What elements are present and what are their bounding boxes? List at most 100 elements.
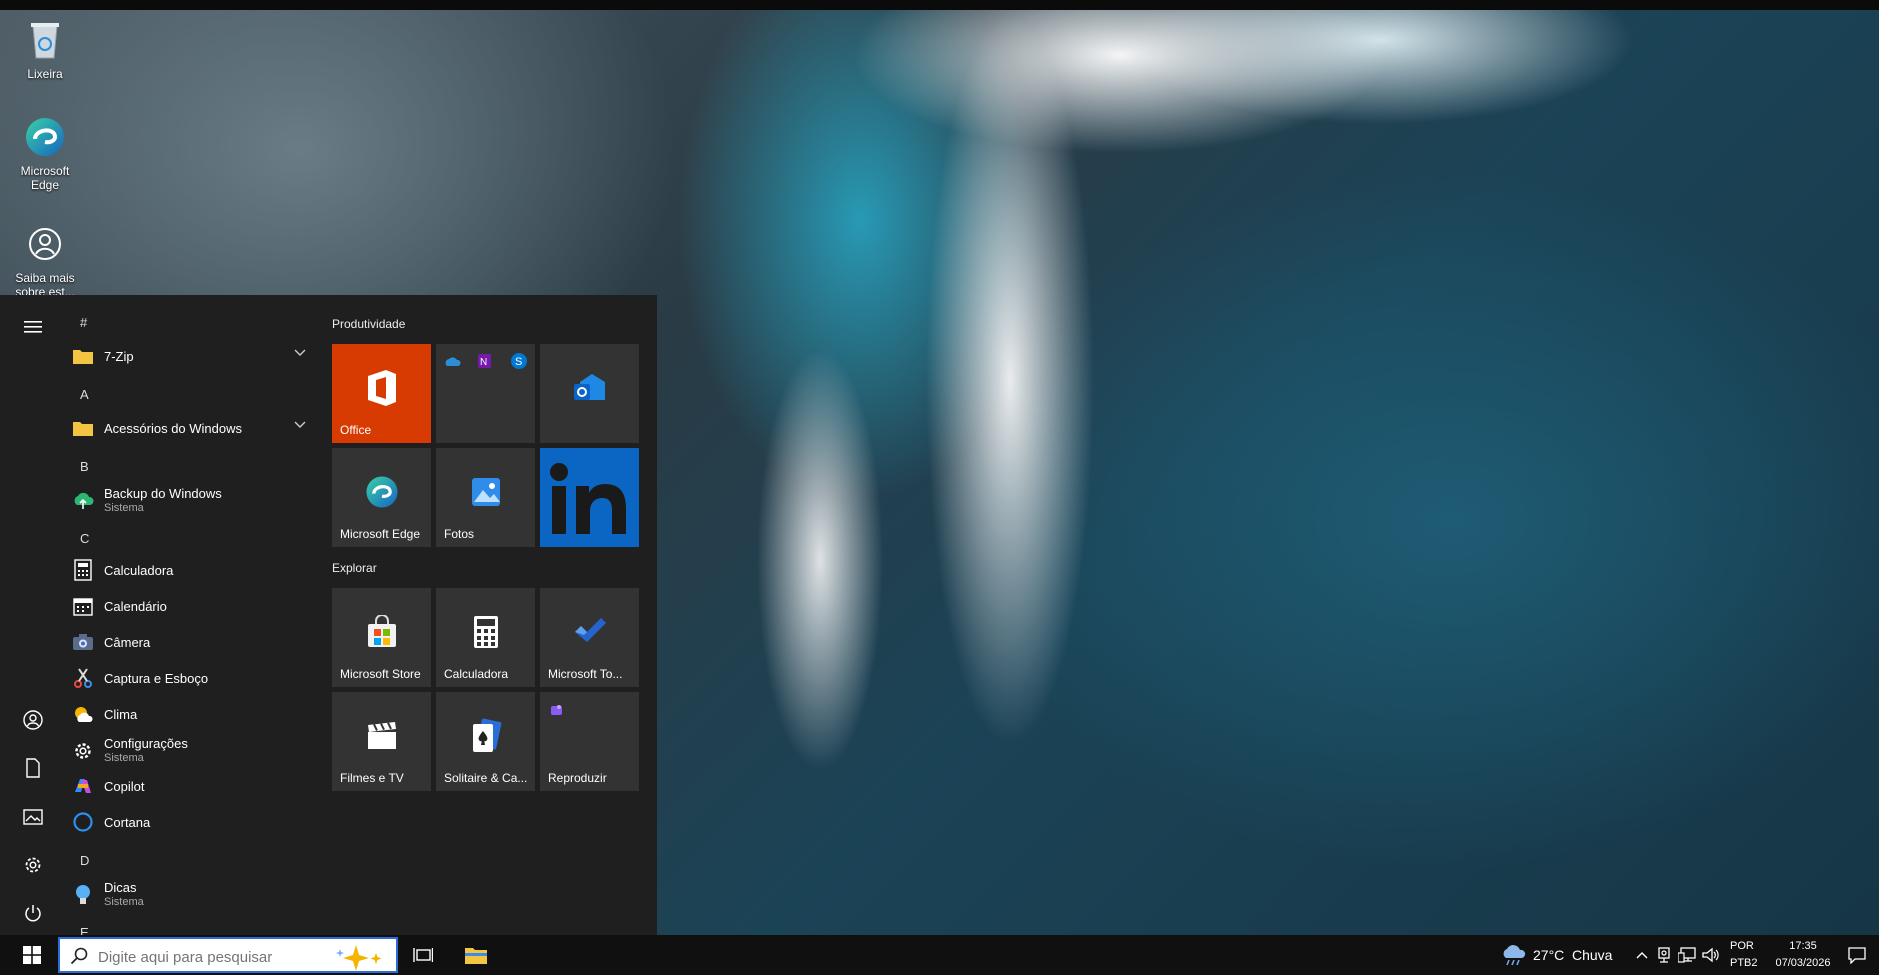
app-name: Dicas xyxy=(104,880,137,895)
weather-temperature[interactable]: 27°C xyxy=(1533,947,1564,963)
documents-button[interactable] xyxy=(18,753,48,783)
weather-condition[interactable]: Chuva xyxy=(1572,947,1612,963)
app-item-camera[interactable]: Câmera xyxy=(66,625,320,659)
top-edge-bar xyxy=(0,0,1879,10)
app-subtitle: Sistema xyxy=(104,896,144,908)
recycle-bin-icon xyxy=(31,23,59,59)
tile-label: Microsoft To... xyxy=(548,667,623,681)
lightbulb-icon xyxy=(72,884,94,906)
copilot-icon xyxy=(72,775,94,797)
start-button[interactable] xyxy=(8,935,56,975)
app-item-clima[interactable]: Clima xyxy=(66,697,320,731)
photos-icon xyxy=(471,477,500,506)
show-hidden-icons-button[interactable] xyxy=(1634,935,1650,975)
section-header[interactable]: # xyxy=(80,315,87,330)
person-circle-icon xyxy=(29,228,61,260)
tile-filmes-tv[interactable]: Filmes e TV xyxy=(332,692,431,791)
app-item-calendario[interactable]: Calendário xyxy=(66,589,320,623)
app-item-cortana[interactable]: Cortana xyxy=(66,805,320,839)
meet-now-button[interactable] xyxy=(1655,935,1673,975)
app-item-copilot[interactable]: Copilot xyxy=(66,769,320,803)
calendar-icon xyxy=(72,595,94,617)
app-name: Copilot xyxy=(104,779,145,794)
tile-label: Reproduzir xyxy=(548,771,607,785)
tile-group-title[interactable]: Explorar xyxy=(332,561,377,575)
app-item-7zip[interactable]: 7-Zip xyxy=(66,339,320,373)
notifications-button[interactable] xyxy=(1842,935,1872,975)
tile-outlook[interactable] xyxy=(540,344,639,443)
tile-office[interactable]: Office xyxy=(332,344,431,443)
settings-button[interactable] xyxy=(18,850,48,880)
calculator-icon xyxy=(473,615,498,648)
tile-solitaire[interactable]: Solitaire & Ca... xyxy=(436,692,535,791)
app-item-backup[interactable]: Backup do Windows Sistema xyxy=(66,481,320,521)
tile-linkedin[interactable] xyxy=(540,448,639,547)
keyboard-layout[interactable]: PTB2 xyxy=(1730,957,1758,969)
task-view-button[interactable] xyxy=(408,935,438,975)
section-header[interactable]: A xyxy=(80,387,89,402)
volume-button[interactable] xyxy=(1701,935,1721,975)
onedrive-onenote-skype-icons: N S xyxy=(445,353,527,369)
svg-text:S: S xyxy=(515,356,522,368)
search-input[interactable] xyxy=(96,945,340,969)
app-item-acessorios[interactable]: Acessórios do Windows xyxy=(66,411,320,445)
file-explorer-button[interactable] xyxy=(459,935,493,975)
store-icon xyxy=(367,614,396,647)
app-name: Captura e Esboço xyxy=(104,671,209,686)
calculator-icon xyxy=(72,559,94,581)
expand-menu-button[interactable] xyxy=(18,312,48,342)
chevron-down-icon xyxy=(294,349,306,356)
folder-icon xyxy=(465,948,487,964)
tile-group-title[interactable]: Produtividade xyxy=(332,317,405,331)
device-icon xyxy=(1658,947,1670,963)
tile-office-apps-folder[interactable]: N S xyxy=(436,344,535,443)
desktop-icon-recycle-bin[interactable]: Lixeira xyxy=(9,18,81,81)
clock-date[interactable]: 07/03/2026 xyxy=(1765,957,1841,969)
tile-label: Microsoft Edge xyxy=(340,527,421,541)
gear-icon xyxy=(25,857,41,873)
tile-label: Fotos xyxy=(444,527,475,541)
taskbar-search[interactable] xyxy=(58,937,398,973)
tile-microsoft-store[interactable]: Microsoft Store xyxy=(332,588,431,687)
tile-microsoft-todo[interactable]: Microsoft To... xyxy=(540,588,639,687)
app-name: Cortana xyxy=(104,815,151,830)
cloud-rain-icon xyxy=(1503,945,1526,966)
desktop-icon-edge[interactable]: Microsoft Edge xyxy=(9,115,81,192)
app-item-configuracoes[interactable]: Configurações Sistema xyxy=(66,731,320,771)
app-item-calculadora[interactable]: Calculadora xyxy=(66,553,320,587)
tile-area: Produtividade Office N S Microsoft Edge … xyxy=(332,295,652,935)
tile-calculadora[interactable]: Calculadora xyxy=(436,588,535,687)
weather-button[interactable] xyxy=(1500,935,1528,975)
image-icon xyxy=(23,809,43,825)
weather-icon xyxy=(72,703,94,725)
taskbar: 27°C Chuva POR PTB2 17:35 07/03/2026 xyxy=(0,935,1879,975)
linkedin-icon xyxy=(550,463,626,534)
section-header[interactable]: E xyxy=(80,925,89,935)
app-item-dicas[interactable]: Dicas Sistema xyxy=(66,875,320,915)
tile-microsoft-edge[interactable]: Microsoft Edge xyxy=(332,448,431,547)
tile-reproduzir[interactable]: Reproduzir xyxy=(540,692,639,791)
section-header[interactable]: C xyxy=(80,531,89,546)
section-header[interactable]: D xyxy=(80,853,89,868)
desktop-icon-learn-more[interactable]: Saiba mais sobre est... xyxy=(9,222,81,299)
user-account-button[interactable] xyxy=(18,705,48,735)
app-item-captura[interactable]: Captura e Esboço xyxy=(66,661,320,695)
tile-fotos[interactable]: Fotos xyxy=(436,448,535,547)
tile-label: Calculadora xyxy=(444,667,509,681)
app-name: Câmera xyxy=(104,635,151,650)
gear-icon xyxy=(72,740,94,762)
app-name: Calendário xyxy=(104,599,167,614)
power-button[interactable] xyxy=(18,898,48,928)
folder-icon xyxy=(72,417,94,439)
pictures-button[interactable] xyxy=(18,802,48,832)
app-name: Configurações xyxy=(104,736,188,751)
clock-time[interactable]: 17:35 xyxy=(1778,940,1828,952)
start-menu: # 7-Zip A Acessórios do Windows B Backup… xyxy=(0,295,657,935)
play-icon xyxy=(551,705,562,715)
section-header[interactable]: B xyxy=(80,459,89,474)
snipping-tool-icon xyxy=(72,667,94,689)
network-button[interactable] xyxy=(1677,935,1697,975)
input-language[interactable]: POR xyxy=(1730,940,1754,952)
chevron-down-icon xyxy=(294,421,306,428)
app-subtitle: Sistema xyxy=(104,752,144,764)
